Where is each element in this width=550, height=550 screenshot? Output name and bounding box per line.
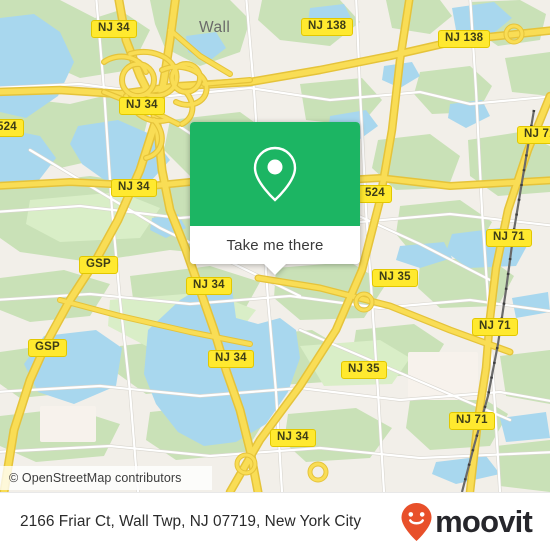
place-label-wall: Wall — [199, 19, 231, 36]
road-shield: NJ 71 — [472, 318, 518, 336]
location-popup[interactable]: Take me there — [190, 122, 360, 275]
address-label: 2166 Friar Ct, Wall Twp, NJ 07719, New Y… — [20, 512, 362, 530]
road-shield: NJ 34 — [91, 20, 137, 38]
road-shield: 524 — [358, 185, 392, 203]
road-shield: NJ 71 — [449, 412, 495, 430]
take-me-there-label: Take me there — [226, 236, 324, 254]
popup-action[interactable]: Take me there — [190, 226, 360, 264]
road-shield: NJ 138 — [301, 18, 354, 36]
attribution-text: © OpenStreetMap contributors — [9, 471, 182, 485]
road-shield: NJ 34 — [208, 350, 254, 368]
popup-tail — [264, 264, 286, 275]
road-shield: NJ 34 — [111, 179, 157, 197]
footer-bar: 2166 Friar Ct, Wall Twp, NJ 07719, New Y… — [0, 492, 550, 550]
moovit-pin-icon — [401, 502, 432, 541]
road-shield: NJ 138 — [438, 30, 491, 48]
road-shield: NJ 35 — [372, 269, 418, 287]
map-attribution: © OpenStreetMap contributors — [0, 466, 212, 490]
road-shield: NJ 71 — [486, 229, 532, 247]
road-shield: NJ 34 — [186, 277, 232, 295]
road-shield: NJ 35 — [341, 361, 387, 379]
road-shield: NJ 34 — [270, 429, 316, 447]
road-shield: 524 — [0, 119, 24, 137]
road-shield: GSP — [79, 256, 118, 274]
map-canvas[interactable]: Wall NJ 34 NJ 138 NJ 138 NJ 34 524 NJ 71… — [0, 0, 550, 492]
map-pin-icon — [253, 146, 297, 202]
road-shield: NJ 71 — [517, 126, 550, 144]
map-screen: Wall NJ 34 NJ 138 NJ 138 NJ 34 524 NJ 71… — [0, 0, 550, 550]
moovit-logo[interactable]: moovit — [400, 502, 533, 542]
road-shield: GSP — [28, 339, 67, 357]
popup-header — [190, 122, 360, 226]
road-shield: NJ 34 — [119, 97, 165, 115]
moovit-wordmark: moovit — [435, 504, 533, 539]
